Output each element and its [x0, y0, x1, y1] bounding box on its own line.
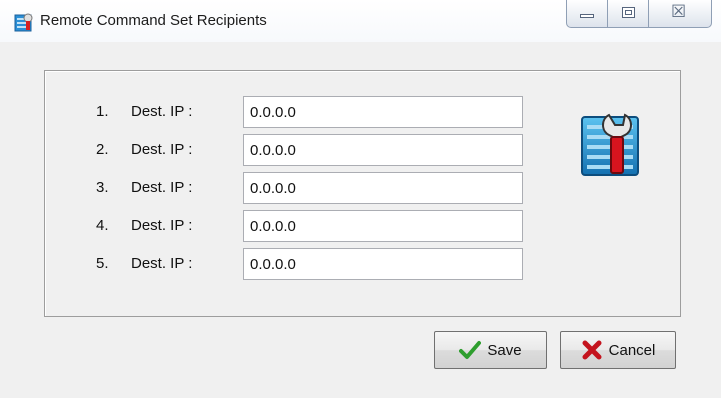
- save-button[interactable]: Save: [434, 331, 547, 369]
- dest-ip-label: Dest. IP :: [131, 179, 193, 196]
- dest-ip-input-2[interactable]: [243, 134, 523, 166]
- save-label: Save: [487, 341, 522, 359]
- close-icon: ☒: [671, 2, 687, 22]
- dest-ip-input-5[interactable]: [243, 248, 523, 280]
- settings-wrench-icon: [581, 113, 639, 176]
- window-title: Remote Command Set Recipients: [40, 12, 267, 29]
- minimize-icon: [580, 14, 594, 18]
- recipients-panel: 1. Dest. IP : 2. Dest. IP : 3. Dest. IP …: [44, 70, 681, 317]
- dest-ip-input-1[interactable]: [243, 96, 523, 128]
- caption-buttons: ☒: [566, 0, 716, 30]
- app-config-icon: [14, 13, 33, 32]
- dest-ip-label: Dest. IP :: [131, 141, 193, 158]
- close-button[interactable]: ☒: [648, 0, 712, 28]
- cancel-label: Cancel: [608, 341, 656, 359]
- dest-ip-input-3[interactable]: [243, 172, 523, 204]
- row-number: 2.: [96, 141, 109, 158]
- dest-ip-label: Dest. IP :: [131, 103, 193, 120]
- maximize-button[interactable]: [607, 0, 649, 28]
- red-x-icon: [582, 340, 602, 360]
- cancel-button[interactable]: Cancel: [560, 331, 676, 369]
- minimize-button[interactable]: [566, 0, 608, 28]
- row-number: 3.: [96, 179, 109, 196]
- dialog-window: Remote Command Set Recipients ☒ 1. Dest.…: [0, 0, 721, 398]
- title-bar[interactable]: Remote Command Set Recipients ☒: [0, 0, 721, 42]
- row-number: 4.: [96, 217, 109, 234]
- row-number: 1.: [96, 103, 109, 120]
- dest-ip-label: Dest. IP :: [131, 255, 193, 272]
- maximize-icon: [622, 7, 635, 18]
- dest-ip-label: Dest. IP :: [131, 217, 193, 234]
- checkmark-icon: [459, 341, 482, 359]
- dest-ip-input-4[interactable]: [243, 210, 523, 242]
- row-number: 5.: [96, 255, 109, 272]
